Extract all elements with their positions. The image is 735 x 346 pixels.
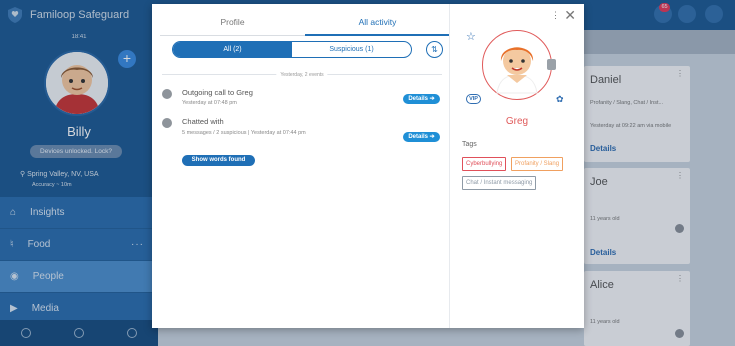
tab-profile[interactable]: Profile	[160, 12, 305, 36]
star-icon[interactable]: ☆	[466, 30, 476, 43]
details-button[interactable]: Details ➔	[403, 132, 440, 142]
tag-chat-instant-messaging[interactable]: Chat / Instant messaging	[462, 176, 537, 190]
details-button[interactable]: Details ➔	[403, 94, 440, 104]
more-options-icon[interactable]: ⋮	[551, 10, 560, 21]
sort-icon[interactable]: ⇅	[426, 41, 443, 58]
filter-all[interactable]: All (2)	[173, 42, 292, 57]
close-icon[interactable]: ✕	[564, 8, 576, 22]
chat-icon	[162, 118, 172, 128]
day-divider: Yesterday, 2 events	[162, 72, 442, 78]
tags-label: Tags	[462, 141, 477, 148]
contact-name: Greg	[505, 116, 529, 127]
phone-icon	[162, 89, 172, 99]
day-divider-label: Yesterday, 2 events	[276, 72, 328, 78]
brain-icon[interactable]: ✿	[556, 94, 564, 105]
phone-icon	[547, 59, 556, 70]
modal-tabs: Profile All activity	[160, 12, 450, 36]
modal-divider	[449, 4, 450, 328]
activity-filter: All (2) Suspicious (1)	[172, 41, 412, 58]
girl-avatar-icon	[496, 47, 538, 94]
tab-all-activity[interactable]: All activity	[305, 12, 450, 36]
tag-profanity-slang[interactable]: Profanity / Slang	[511, 157, 564, 171]
activity-meta: Yesterday at 07:48 pm	[182, 100, 237, 106]
activity-item: Outgoing call to Greg Yesterday at 07:48…	[162, 88, 440, 112]
vip-badge[interactable]: VIP	[466, 94, 481, 104]
filter-suspicious[interactable]: Suspicious (1)	[292, 42, 411, 57]
tag-cyberbullying[interactable]: Cyberbullying	[462, 157, 507, 171]
contact-avatar	[482, 30, 552, 100]
contact-activity-modal: Profile All activity All (2) Suspicious …	[152, 4, 584, 328]
show-words-button[interactable]: Show words found	[182, 155, 255, 166]
activity-item: Chatted with 5 messages / 2 suspicious |…	[162, 117, 440, 169]
activity-title: Outgoing call to Greg	[182, 88, 253, 97]
activity-meta: 5 messages / 2 suspicious | Yesterday at…	[182, 130, 306, 136]
activity-title: Chatted with	[182, 117, 224, 126]
